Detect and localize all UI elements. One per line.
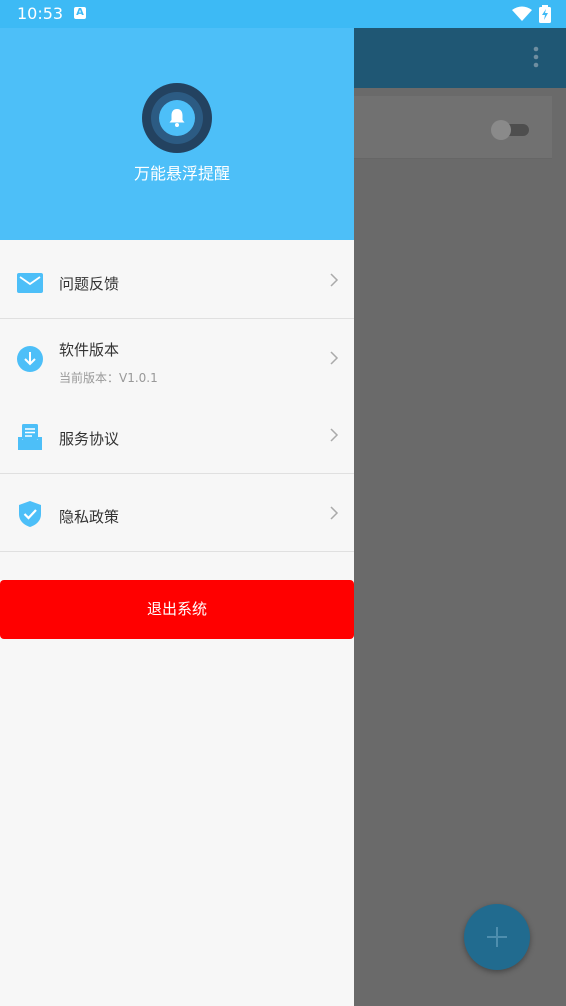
plus-icon: [487, 927, 507, 947]
chevron-right-icon: [330, 428, 339, 442]
chevron-right-icon: [330, 273, 339, 287]
menu-label-terms: 服务协议: [59, 430, 120, 448]
add-fab-button[interactable]: [464, 904, 530, 970]
reminder-toggle-switch[interactable]: [491, 120, 529, 140]
navigation-drawer: 万能悬浮提醒 问题反馈 软件版本 当前版本：V1.0.1 服务协议 隐私政策 退…: [0, 0, 354, 1006]
download-icon: [17, 346, 43, 372]
battery-icon: [539, 5, 551, 23]
drawer-header: 万能悬浮提醒: [0, 0, 354, 240]
bell-icon: [169, 109, 185, 127]
app-name: 万能悬浮提醒: [133, 164, 230, 183]
notification-a-icon: A: [74, 7, 86, 19]
menu-label-version: 软件版本: [59, 341, 120, 359]
more-options-icon[interactable]: [530, 46, 542, 68]
logout-button[interactable]: 退出系统: [0, 580, 354, 639]
menu-item-terms[interactable]: 服务协议: [0, 396, 354, 474]
shield-check-icon: [19, 501, 41, 527]
menu-label-feedback: 问题反馈: [59, 275, 120, 293]
menu-item-privacy[interactable]: 隐私政策: [0, 474, 354, 552]
current-version-text: 当前版本：V1.0.1: [59, 371, 158, 385]
app-logo: [142, 83, 212, 153]
wifi-icon: [512, 6, 532, 21]
menu-label-privacy: 隐私政策: [59, 508, 120, 526]
status-bar: 10:53 A: [0, 0, 566, 28]
status-time: 10:53: [17, 4, 64, 23]
document-icon: [18, 424, 42, 450]
menu-item-version[interactable]: 软件版本 当前版本：V1.0.1: [0, 319, 354, 397]
chevron-right-icon: [330, 351, 339, 365]
chevron-right-icon: [330, 506, 339, 520]
mail-icon: [17, 273, 43, 293]
menu-item-feedback[interactable]: 问题反馈: [0, 241, 354, 319]
